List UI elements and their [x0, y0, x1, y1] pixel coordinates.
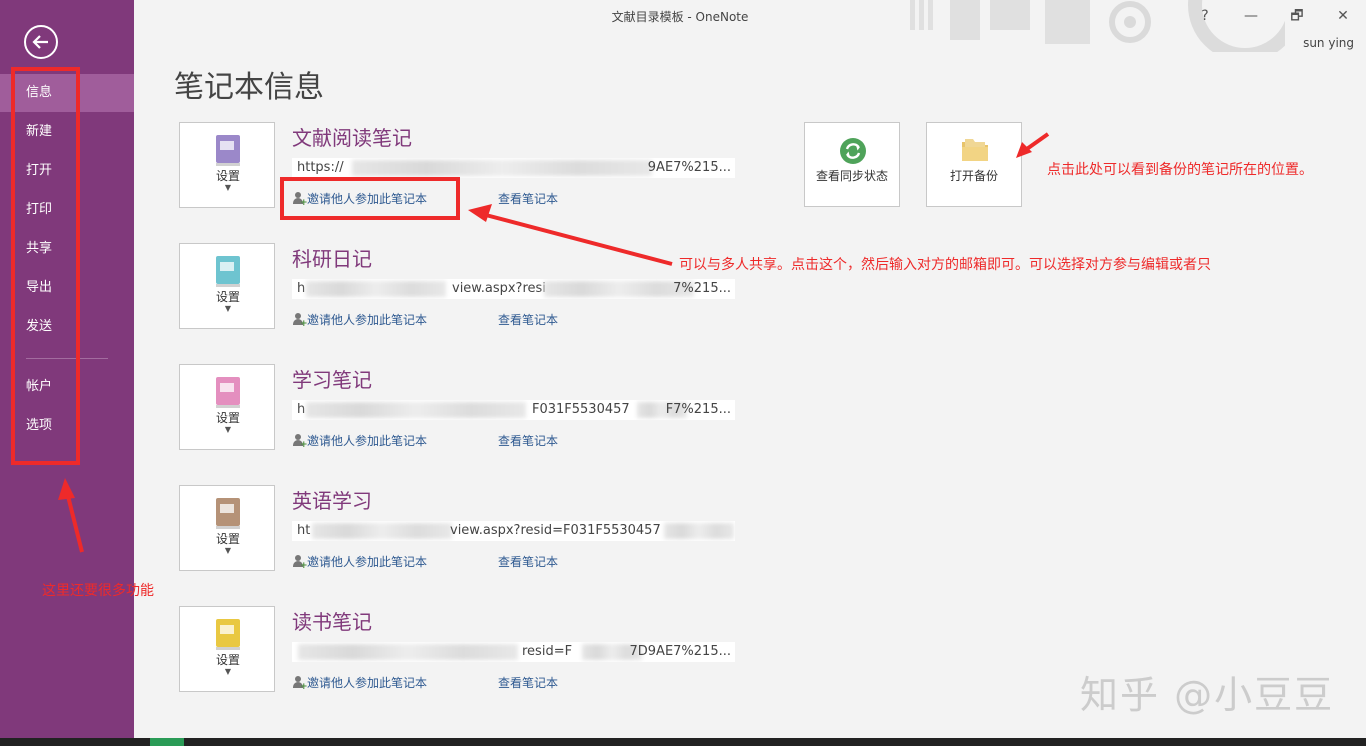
settings-button[interactable]: 设置 ▼: [179, 243, 275, 329]
notebook-row: 设置 ▼ 读书笔记 resid=F 7D9AE7%215... + 邀请他人参加…: [179, 606, 739, 706]
invite-label: 邀请他人参加此笔记本: [307, 434, 428, 448]
url-redaction: [312, 523, 452, 539]
url-redaction: [306, 281, 446, 297]
url-redaction: [306, 402, 526, 418]
user-name[interactable]: sun ying: [1303, 36, 1354, 50]
close-button[interactable]: ✕: [1320, 4, 1366, 28]
url-mid: F031F5530457: [532, 402, 630, 417]
annotation-share-note: 可以与多人共享。点击这个，然后输入对方的邮箱即可。可以选择对方参与编辑或者只: [679, 257, 1211, 273]
chevron-down-icon: ▼: [224, 546, 232, 555]
view-notebook-link[interactable]: 查看笔记本: [498, 674, 558, 691]
url-redaction: [664, 523, 734, 539]
settings-button[interactable]: 设置 ▼: [179, 122, 275, 208]
url-start: h: [297, 281, 306, 296]
help-button[interactable]: ?: [1182, 4, 1228, 28]
minimize-button[interactable]: —: [1228, 4, 1274, 28]
chevron-down-icon: ▼: [224, 425, 232, 434]
url-redaction: [352, 160, 652, 176]
notebook-icon: [216, 135, 240, 166]
invite-label: 邀请他人参加此笔记本: [307, 676, 428, 690]
url-mid: view.aspx?resi: [452, 281, 546, 296]
view-sync-status-button[interactable]: 查看同步状态: [804, 122, 900, 207]
add-person-icon: +: [292, 434, 308, 450]
settings-label: 设置: [215, 169, 240, 183]
url-start: h: [297, 402, 306, 417]
notebook-icon: [216, 256, 240, 287]
settings-label: 设置: [215, 290, 240, 304]
taskbar-active-app[interactable]: [150, 738, 184, 746]
notebook-icon: [216, 498, 240, 529]
url-end: 9AE7%215...: [647, 160, 731, 175]
folder-icon: [962, 139, 988, 161]
annotation-backup-note: 点击此处可以看到备份的笔记所在的位置。: [1047, 162, 1313, 178]
backup-label: 打开备份: [949, 169, 998, 183]
notebook-name[interactable]: 科研日记: [292, 243, 372, 272]
url-start: ht: [297, 523, 311, 538]
view-notebook-link[interactable]: 查看笔记本: [498, 311, 558, 328]
open-backup-button[interactable]: 打开备份: [926, 122, 1022, 207]
add-person-icon: +: [292, 313, 308, 329]
notebook-icon: [216, 619, 240, 650]
settings-label: 设置: [215, 532, 240, 546]
back-arrow-icon: [32, 35, 48, 49]
notebook-row: 设置 ▼ 英语学习 ht view.aspx?resid=F031F553045…: [179, 485, 739, 585]
taskbar: [0, 738, 1366, 746]
url-end: 7%215...: [673, 281, 731, 296]
notebook-url[interactable]: ht view.aspx?resid=F031F5530457: [292, 521, 735, 541]
url-redaction: [298, 644, 518, 660]
view-notebook-link[interactable]: 查看笔记本: [498, 432, 558, 449]
annotation-sidebar-note: 这里还要很多功能: [42, 583, 154, 599]
notebook-row: 设置 ▼ 科研日记 h view.aspx?resi 7%215... + 邀请…: [179, 243, 739, 343]
notebook-url[interactable]: https:// 9AE7%215...: [292, 158, 735, 178]
invite-label: 邀请他人参加此笔记本: [307, 313, 428, 327]
restore-button[interactable]: 🗗: [1274, 4, 1320, 28]
annotation-box-invite: [280, 177, 460, 220]
settings-button[interactable]: 设置 ▼: [179, 364, 275, 450]
chevron-down-icon: ▼: [224, 183, 232, 192]
settings-button[interactable]: 设置 ▼: [179, 485, 275, 571]
page-title: 笔记本信息: [174, 70, 324, 105]
notebook-name[interactable]: 学习笔记: [292, 364, 372, 393]
notebook-name[interactable]: 英语学习: [292, 485, 372, 514]
notebook-name[interactable]: 读书笔记: [292, 606, 372, 635]
url-redaction: [544, 281, 694, 297]
url-start: https://: [297, 160, 344, 175]
invite-link[interactable]: + 邀请他人参加此笔记本: [292, 311, 428, 329]
back-button[interactable]: [24, 25, 58, 59]
view-notebook-link[interactable]: 查看笔记本: [498, 190, 558, 207]
notebook-url[interactable]: h view.aspx?resi 7%215...: [292, 279, 735, 299]
window-title: 文献目录模板 - OneNote: [611, 10, 749, 24]
chevron-down-icon: ▼: [224, 304, 232, 313]
invite-link[interactable]: + 邀请他人参加此笔记本: [292, 553, 428, 571]
invite-link[interactable]: + 邀请他人参加此笔记本: [292, 674, 428, 692]
url-mid: view.aspx?resid=F031F5530457: [450, 523, 661, 538]
add-person-icon: +: [292, 555, 308, 571]
url-end: F7%215...: [665, 402, 731, 417]
invite-link[interactable]: + 邀请他人参加此笔记本: [292, 432, 428, 450]
settings-label: 设置: [215, 411, 240, 425]
notebook-url[interactable]: h F031F5530457 F7%215...: [292, 400, 735, 420]
view-notebook-link[interactable]: 查看笔记本: [498, 553, 558, 570]
annotation-box-sidebar: [11, 67, 80, 465]
notebook-row: 设置 ▼ 学习笔记 h F031F5530457 F7%215... + 邀请他…: [179, 364, 739, 464]
notebook-name[interactable]: 文献阅读笔记: [292, 122, 412, 151]
backstage-sidebar: 信息 新建 打开 打印 共享 导出 发送 帐户 选项: [0, 0, 134, 746]
watermark: 知乎 @小豆豆: [1080, 673, 1335, 717]
notebook-icon: [216, 377, 240, 408]
add-person-icon: +: [292, 676, 308, 692]
chevron-down-icon: ▼: [224, 667, 232, 676]
settings-label: 设置: [215, 653, 240, 667]
url-mid: resid=F: [522, 644, 573, 659]
settings-button[interactable]: 设置 ▼: [179, 606, 275, 692]
invite-label: 邀请他人参加此笔记本: [307, 555, 428, 569]
sync-label: 查看同步状态: [815, 169, 888, 183]
arrow-backup: [1022, 132, 1050, 153]
notebook-url[interactable]: resid=F 7D9AE7%215...: [292, 642, 735, 662]
sync-icon: [840, 138, 866, 164]
url-end: 7D9AE7%215...: [629, 644, 732, 659]
